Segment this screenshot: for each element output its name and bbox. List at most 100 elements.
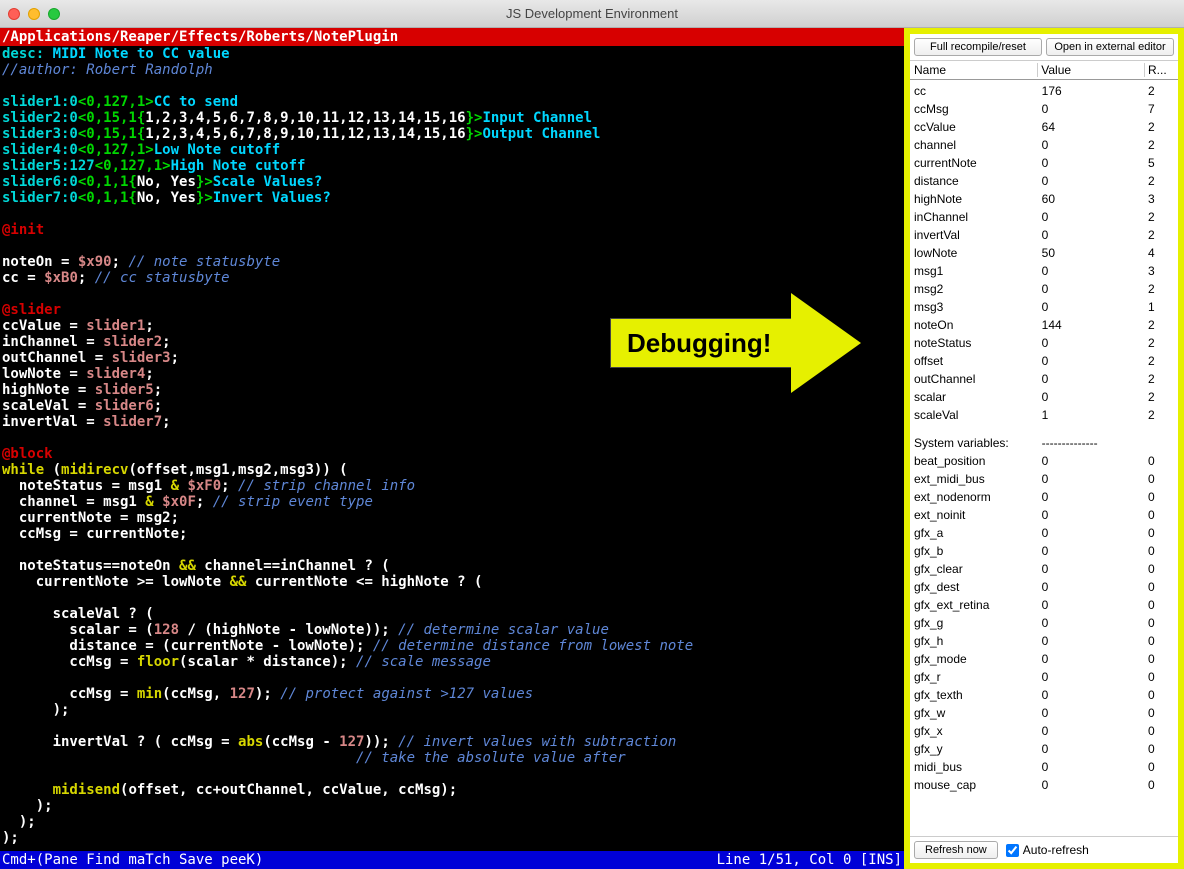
var-r: 0 xyxy=(1148,578,1174,596)
code-token: currentNote = msg2; xyxy=(2,510,179,526)
debug-vars[interactable]: cc1762ccMsg07ccValue642channel02currentN… xyxy=(910,80,1178,836)
var-row[interactable]: beat_position00 xyxy=(914,452,1174,470)
code-token: ; xyxy=(145,366,153,382)
code-token: }> xyxy=(196,190,213,206)
var-row[interactable]: outChannel02 xyxy=(914,370,1174,388)
var-value: 0 xyxy=(1042,758,1148,776)
code-token: ); xyxy=(2,798,53,814)
code-token: $x90 xyxy=(78,254,112,270)
recompile-button[interactable]: Full recompile/reset xyxy=(914,38,1042,56)
var-value: 176 xyxy=(1042,82,1148,100)
var-row[interactable]: gfx_w00 xyxy=(914,704,1174,722)
code-token: slider5 xyxy=(95,382,154,398)
refresh-button[interactable]: Refresh now xyxy=(914,841,998,859)
var-r: 0 xyxy=(1148,488,1174,506)
var-name: cc xyxy=(914,82,1042,100)
code-token: Low Note cutoff xyxy=(154,142,280,158)
var-row[interactable]: ext_nodenorm00 xyxy=(914,488,1174,506)
var-row[interactable]: ext_midi_bus00 xyxy=(914,470,1174,488)
code-token: )); xyxy=(364,734,398,750)
code-token: midisend xyxy=(53,782,120,798)
var-row[interactable]: msg202 xyxy=(914,280,1174,298)
var-row[interactable]: mouse_cap00 xyxy=(914,776,1174,794)
editor-pane[interactable]: /Applications/Reaper/Effects/Roberts/Not… xyxy=(0,28,904,869)
code-token xyxy=(2,750,356,766)
code-token: cc = xyxy=(2,270,44,286)
code-area[interactable]: desc: MIDI Note to CC value //author: Ro… xyxy=(0,46,904,851)
code-token: slider4 xyxy=(86,366,145,382)
code-token: ; xyxy=(162,414,170,430)
code-token: Invert Values? xyxy=(213,190,331,206)
code-token: while xyxy=(2,462,44,478)
var-value: 0 xyxy=(1042,226,1148,244)
close-icon[interactable] xyxy=(8,8,20,20)
code-token: slider2:0 xyxy=(2,110,78,126)
var-row[interactable]: gfx_clear00 xyxy=(914,560,1174,578)
debug-panel: Full recompile/reset Open in external ed… xyxy=(904,28,1184,869)
var-row[interactable]: gfx_h00 xyxy=(914,632,1174,650)
code-token: (scalar * distance); xyxy=(179,654,356,670)
auto-refresh-checkbox[interactable] xyxy=(1006,844,1019,857)
var-row[interactable]: inChannel02 xyxy=(914,208,1174,226)
code-token: slider2 xyxy=(103,334,162,350)
code-comment: // protect against >127 values xyxy=(280,686,533,702)
maximize-icon[interactable] xyxy=(48,8,60,20)
var-row[interactable]: distance02 xyxy=(914,172,1174,190)
var-row[interactable]: msg103 xyxy=(914,262,1174,280)
var-row[interactable]: gfx_mode00 xyxy=(914,650,1174,668)
code-token xyxy=(2,782,53,798)
var-r: 0 xyxy=(1148,524,1174,542)
var-row[interactable]: midi_bus00 xyxy=(914,758,1174,776)
var-row[interactable]: gfx_dest00 xyxy=(914,578,1174,596)
var-row[interactable]: noteStatus02 xyxy=(914,334,1174,352)
var-row[interactable]: gfx_ext_retina00 xyxy=(914,596,1174,614)
code-comment: // take the absolute value after xyxy=(356,750,626,766)
var-name: ext_noinit xyxy=(914,506,1042,524)
code-comment: // strip channel info xyxy=(238,478,415,494)
var-value: 0 xyxy=(1042,560,1148,578)
minimize-icon[interactable] xyxy=(28,8,40,20)
col-name[interactable]: Name xyxy=(914,63,1037,77)
code-token: (offset, cc+outChannel, ccValue, ccMsg); xyxy=(120,782,457,798)
code-token: High Note cutoff xyxy=(171,158,306,174)
var-row[interactable]: gfx_a00 xyxy=(914,524,1174,542)
var-row[interactable]: scalar02 xyxy=(914,388,1174,406)
var-row[interactable]: ext_noinit00 xyxy=(914,506,1174,524)
var-row[interactable]: cc1762 xyxy=(914,82,1174,100)
code-token: && xyxy=(179,558,196,574)
var-row[interactable]: gfx_y00 xyxy=(914,740,1174,758)
code-token: No, Yes xyxy=(137,190,196,206)
var-row[interactable]: invertVal02 xyxy=(914,226,1174,244)
var-row[interactable]: currentNote05 xyxy=(914,154,1174,172)
var-row[interactable]: noteOn1442 xyxy=(914,316,1174,334)
code-token: <0,1,1{ xyxy=(78,190,137,206)
var-value: 0 xyxy=(1042,632,1148,650)
open-external-button[interactable]: Open in external editor xyxy=(1046,38,1174,56)
var-row[interactable]: ccValue642 xyxy=(914,118,1174,136)
var-row[interactable]: gfx_b00 xyxy=(914,542,1174,560)
code-token: ( xyxy=(44,462,61,478)
var-row[interactable]: msg301 xyxy=(914,298,1174,316)
var-row[interactable]: ccMsg07 xyxy=(914,100,1174,118)
var-row[interactable]: offset02 xyxy=(914,352,1174,370)
var-value: 0 xyxy=(1042,352,1148,370)
var-row[interactable]: gfx_r00 xyxy=(914,668,1174,686)
code-token: slider4:0 xyxy=(2,142,78,158)
var-row[interactable]: highNote603 xyxy=(914,190,1174,208)
var-r: 7 xyxy=(1148,100,1174,118)
auto-refresh-toggle[interactable]: Auto-refresh xyxy=(1006,843,1089,857)
var-name: msg2 xyxy=(914,280,1042,298)
col-r[interactable]: R... xyxy=(1144,63,1174,77)
var-row[interactable]: gfx_texth00 xyxy=(914,686,1174,704)
var-row[interactable]: scaleVal12 xyxy=(914,406,1174,424)
var-row[interactable]: channel02 xyxy=(914,136,1174,154)
code-token: $x0F xyxy=(162,494,196,510)
var-row[interactable]: gfx_x00 xyxy=(914,722,1174,740)
col-value[interactable]: Value xyxy=(1037,63,1144,77)
code-comment: // invert values with subtraction xyxy=(398,734,676,750)
var-row[interactable]: gfx_g00 xyxy=(914,614,1174,632)
var-name: currentNote xyxy=(914,154,1042,172)
var-value: 0 xyxy=(1042,208,1148,226)
var-row[interactable]: lowNote504 xyxy=(914,244,1174,262)
var-r: 0 xyxy=(1148,506,1174,524)
